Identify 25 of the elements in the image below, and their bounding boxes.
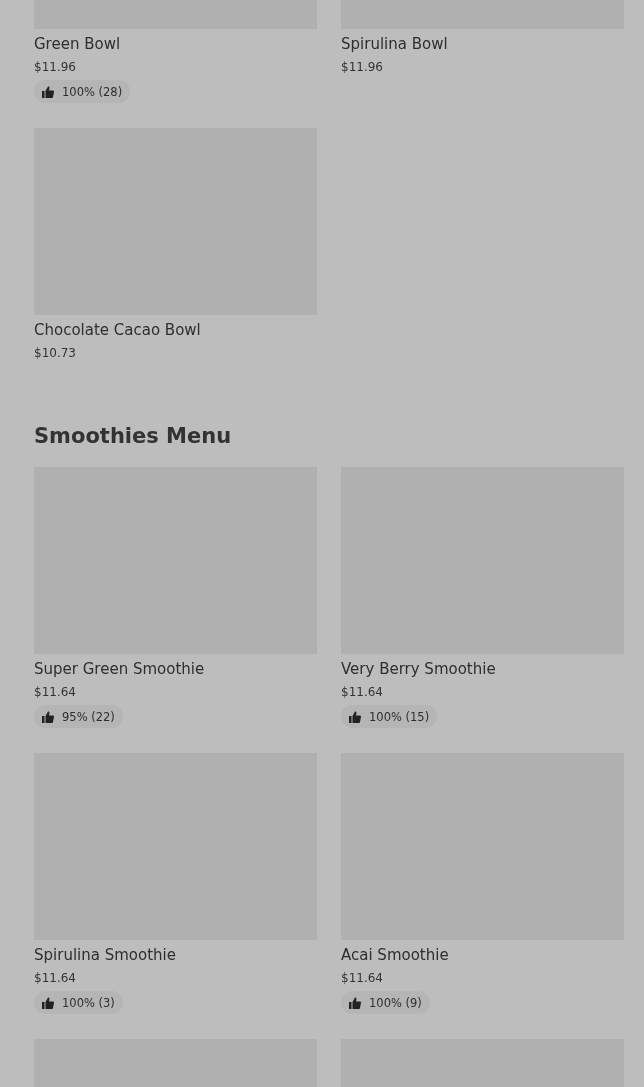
item-price: $11.96: [34, 59, 77, 76]
rating-text: 100% (15): [369, 709, 430, 724]
thumbs-up-icon: [42, 710, 54, 723]
item-price: $11.64: [341, 970, 384, 987]
rating-text: 100% (28): [62, 84, 123, 99]
item-name[interactable]: Spirulina Smoothie: [34, 945, 317, 965]
item-name[interactable]: Super Green Smoothie: [34, 659, 317, 679]
item-name[interactable]: Acai Smoothie: [341, 945, 624, 965]
thumbs-up-icon: [42, 996, 54, 1009]
item-price: $11.64: [34, 970, 77, 987]
rating-text: 100% (9): [369, 995, 422, 1010]
rating-text: 95% (22): [62, 709, 115, 724]
item-price: $11.64: [341, 684, 384, 701]
item-price: $11.64: [34, 684, 77, 701]
item-name[interactable]: Green Bowl: [34, 34, 317, 54]
item-name[interactable]: Spirulina Bowl: [341, 34, 624, 54]
item-price: $11.96: [341, 59, 384, 76]
thumbs-up-icon: [42, 85, 54, 98]
section-heading: Smoothies Menu: [34, 423, 233, 450]
thumbs-up-icon: [349, 710, 361, 723]
item-price: $10.73: [34, 345, 77, 362]
item-name[interactable]: Very Berry Smoothie: [341, 659, 624, 679]
rating-text: 100% (3): [62, 995, 115, 1010]
thumbs-up-icon: [349, 996, 361, 1009]
item-name[interactable]: Chocolate Cacao Bowl: [34, 320, 317, 340]
